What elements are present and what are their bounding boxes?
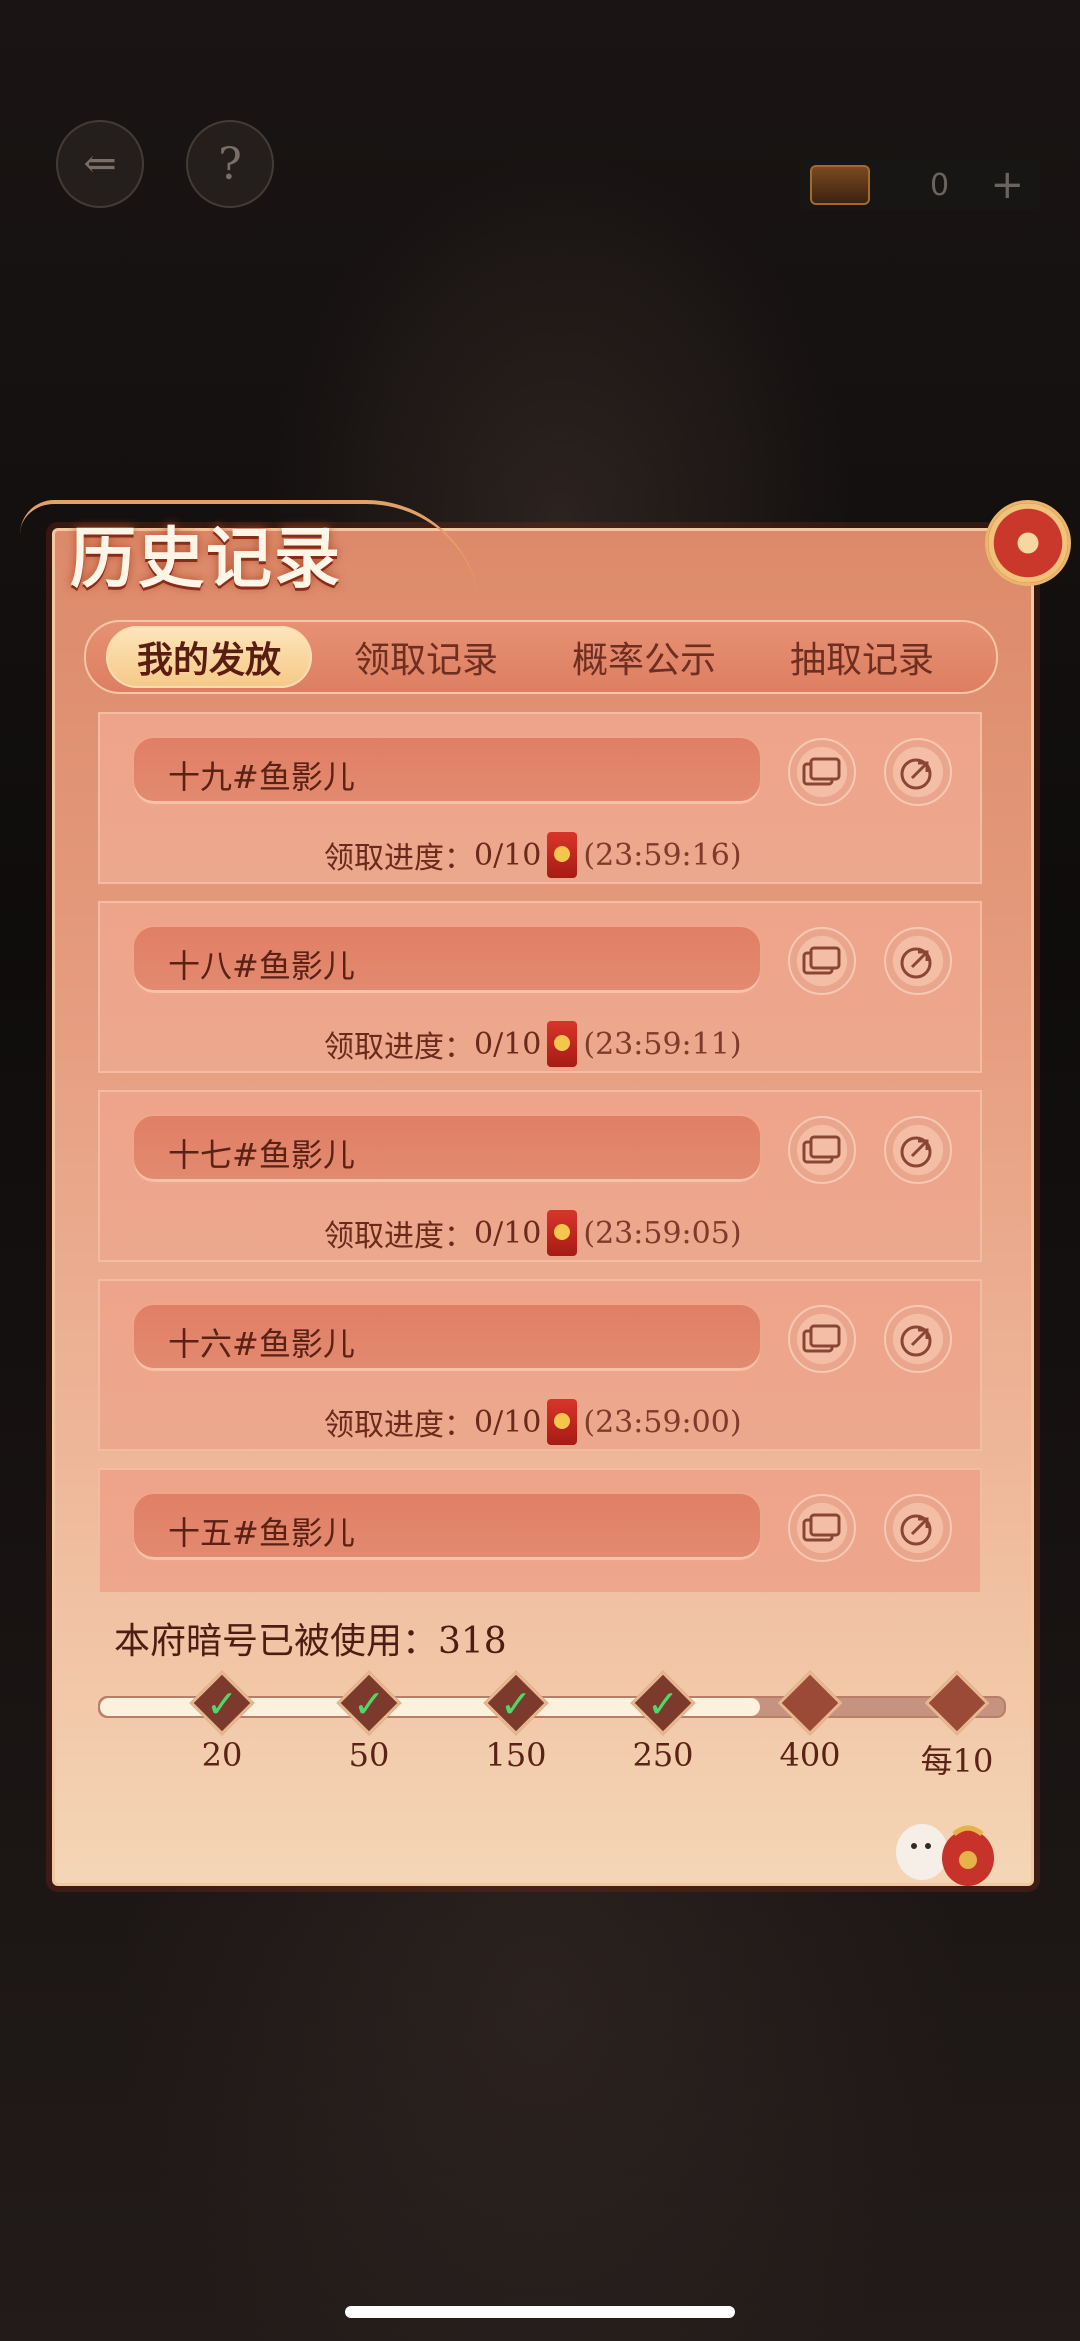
record-progress: 领取进度： 0/10 (23:59:05) <box>324 1210 742 1256</box>
share-button[interactable] <box>884 1305 952 1373</box>
record-name-bar: 十七#鱼影儿 <box>132 1114 762 1184</box>
countdown-timer: (23:59:05) <box>583 1215 742 1251</box>
back-arrow-icon: ⇐ <box>83 141 117 187</box>
mascot-lucky-bag-icon <box>896 1824 994 1886</box>
check-icon: ✓ <box>500 1682 532 1726</box>
record-name: 十九#鱼影儿 <box>168 758 355 796</box>
list-item: 十六#鱼影儿 领取进度： 0/10 (23:59:00) <box>98 1279 982 1451</box>
back-button[interactable]: ⇐ <box>56 120 144 208</box>
record-name-bar: 十八#鱼影儿 <box>132 925 762 995</box>
share-button[interactable] <box>884 1494 952 1562</box>
list-item: 十五#鱼影儿 <box>98 1468 982 1592</box>
milestone-reward-icon[interactable] <box>777 1670 843 1736</box>
check-icon: ✓ <box>647 1682 679 1726</box>
share-button[interactable] <box>884 927 952 995</box>
umbrella-emblem-icon <box>985 500 1071 586</box>
share-icon <box>900 947 932 979</box>
milestone-label: 每10 <box>920 1742 994 1780</box>
copy-button[interactable] <box>788 1305 856 1373</box>
progress-value: 0/10 <box>474 1215 542 1251</box>
help-icon: ? <box>218 138 242 190</box>
home-indicator[interactable] <box>345 2306 735 2318</box>
check-icon: ✓ <box>206 1682 238 1726</box>
progress-label: 领取进度： <box>324 1030 474 1065</box>
copy-icon <box>802 1324 841 1353</box>
chest-icon <box>810 165 870 205</box>
panel-title: 历史记录 <box>70 519 342 597</box>
usage-count-label: 本府暗号已被使用：318 <box>114 1621 507 1662</box>
share-icon <box>900 1514 932 1546</box>
red-packet-icon <box>547 1021 578 1067</box>
copy-icon <box>802 1513 841 1542</box>
copy-button[interactable] <box>788 1116 856 1184</box>
usage-section: 本府暗号已被使用：318 ✓ 20 ✓ 50 ✓ 150 ✓ 250 400 每… <box>52 1592 1028 1880</box>
tab-draw-records[interactable]: 抽取记录 <box>762 622 962 692</box>
milestone-label: 400 <box>779 1736 841 1774</box>
tab-probability[interactable]: 概率公示 <box>544 622 744 692</box>
record-name: 十八#鱼影儿 <box>168 947 355 985</box>
share-icon <box>900 1136 932 1168</box>
record-name-bar: 十五#鱼影儿 <box>132 1492 762 1562</box>
record-progress: 领取进度： 0/10 (23:59:00) <box>324 1399 742 1445</box>
list-item: 十九#鱼影儿 领取进度： 0/10 (23:59:16) <box>98 712 982 884</box>
share-icon <box>900 1325 932 1357</box>
progress-value: 0/10 <box>474 1404 542 1440</box>
record-progress: 领取进度： 0/10 (23:59:11) <box>324 1021 742 1067</box>
tab-bar: 我的发放 领取记录 概率公示 抽取记录 <box>84 620 998 694</box>
record-name-bar: 十六#鱼影儿 <box>132 1303 762 1373</box>
help-button[interactable]: ? <box>186 120 274 208</box>
copy-button[interactable] <box>788 738 856 806</box>
tab-my-issued[interactable]: 我的发放 <box>106 626 312 688</box>
currency-box: 0 + <box>800 160 1040 210</box>
countdown-timer: (23:59:00) <box>583 1404 742 1440</box>
record-name: 十七#鱼影儿 <box>168 1136 355 1174</box>
copy-icon <box>802 757 841 786</box>
milestone-label: 150 <box>485 1736 547 1774</box>
milestone-label: 20 <box>201 1736 243 1774</box>
copy-icon <box>802 1135 841 1164</box>
red-packet-icon <box>547 832 578 878</box>
share-icon <box>900 758 932 790</box>
check-icon: ✓ <box>353 1682 385 1726</box>
tab-claim-records[interactable]: 领取记录 <box>326 622 526 692</box>
progress-label: 领取进度： <box>324 841 474 876</box>
record-list[interactable]: 十九#鱼影儿 领取进度： 0/10 (23:59:16) 十八#鱼影儿 领取进度… <box>98 712 982 1592</box>
milestone-reward-icon[interactable] <box>924 1670 990 1736</box>
record-name: 十六#鱼影儿 <box>168 1325 355 1363</box>
currency-value: 0 <box>930 167 950 203</box>
progress-label: 领取进度： <box>324 1219 474 1254</box>
milestone-label: 50 <box>348 1736 390 1774</box>
list-item: 十八#鱼影儿 领取进度： 0/10 (23:59:11) <box>98 901 982 1073</box>
red-packet-icon <box>547 1210 578 1256</box>
progress-value: 0/10 <box>474 1026 542 1062</box>
progress-label: 领取进度： <box>324 1408 474 1443</box>
progress-value: 0/10 <box>474 837 542 873</box>
share-button[interactable] <box>884 1116 952 1184</box>
copy-icon <box>802 946 841 975</box>
list-item: 十七#鱼影儿 领取进度： 0/10 (23:59:05) <box>98 1090 982 1262</box>
copy-button[interactable] <box>788 1494 856 1562</box>
record-name: 十五#鱼影儿 <box>168 1514 355 1552</box>
milestone-label: 250 <box>632 1736 694 1774</box>
add-currency-button[interactable]: + <box>990 162 1024 208</box>
share-button[interactable] <box>884 738 952 806</box>
red-packet-icon <box>547 1399 578 1445</box>
countdown-timer: (23:59:11) <box>583 1026 742 1062</box>
record-progress: 领取进度： 0/10 (23:59:16) <box>324 832 742 878</box>
copy-button[interactable] <box>788 927 856 995</box>
countdown-timer: (23:59:16) <box>583 837 742 873</box>
record-name-bar: 十九#鱼影儿 <box>132 736 762 806</box>
